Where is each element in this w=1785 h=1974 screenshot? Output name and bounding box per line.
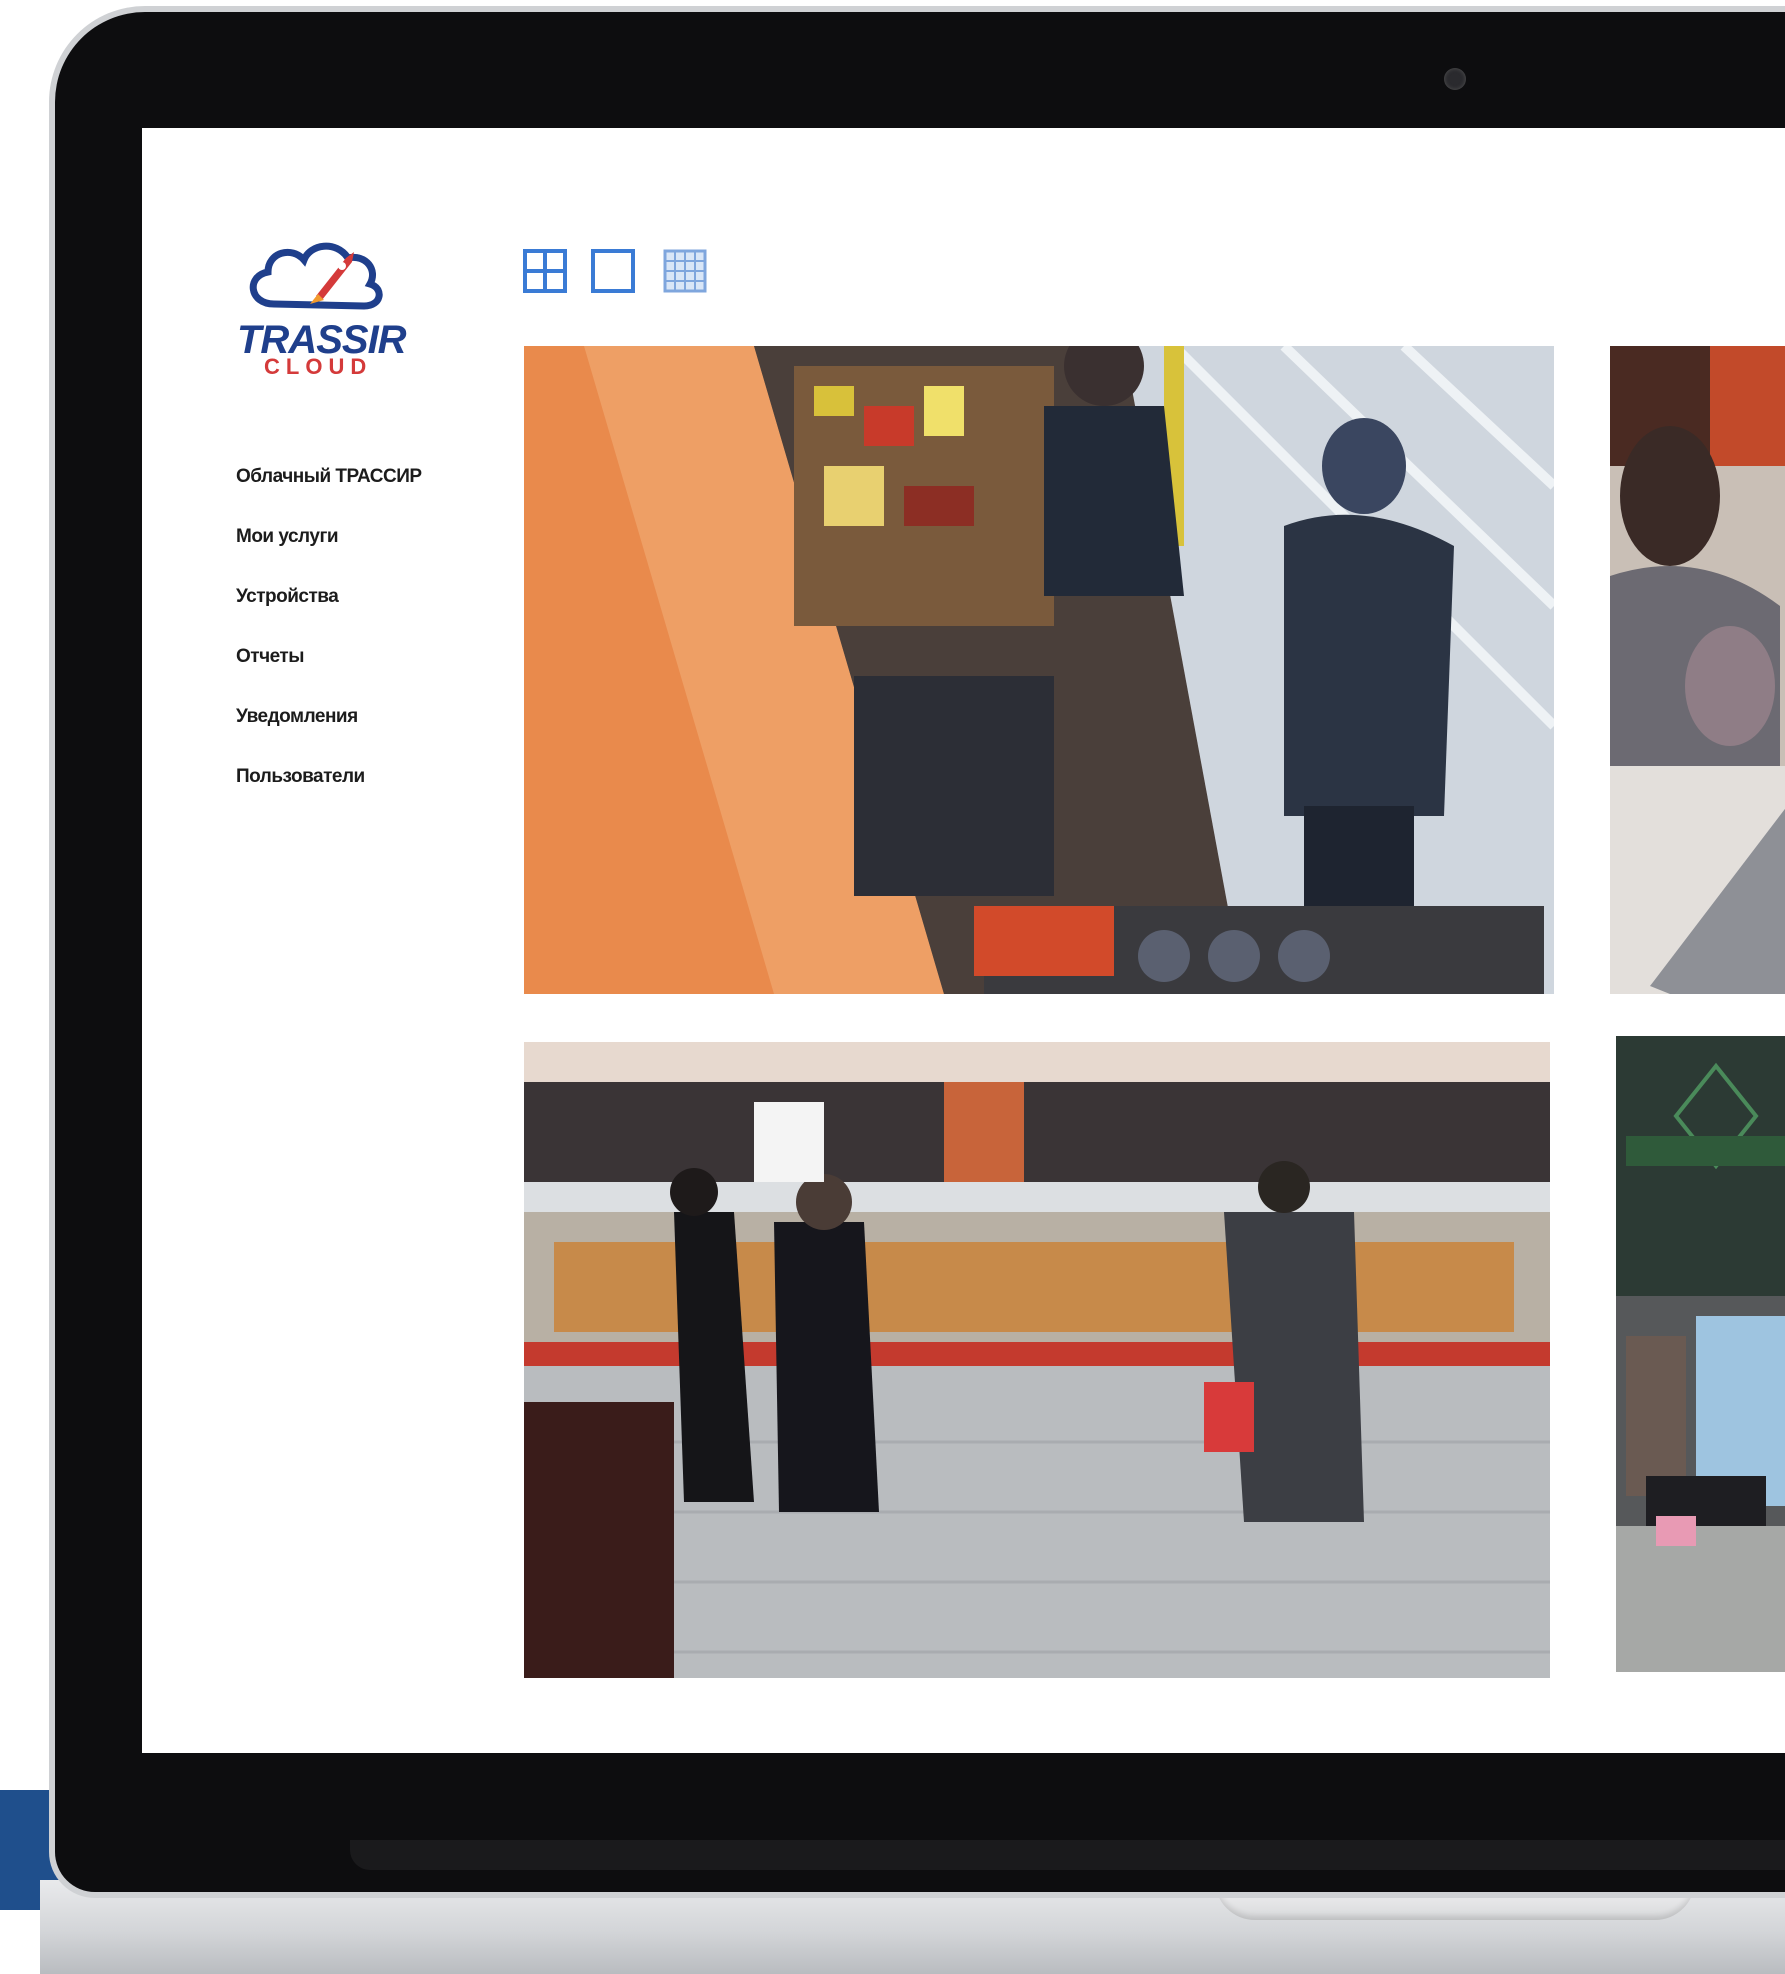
- sidebar-item-devices[interactable]: Устройства: [236, 584, 496, 644]
- logo-subtitle: CLOUD: [264, 354, 373, 379]
- camera-tile-4[interactable]: [1616, 1036, 1785, 1672]
- app-screen: TRASSIR CLOUD Облачный ТРАССИР Мои услуг…: [142, 128, 1785, 1753]
- camera-feed-deli-counter: [524, 1042, 1550, 1678]
- sidebar-item-users[interactable]: Пользователи: [236, 764, 496, 824]
- sidebar-item-reports[interactable]: Отчеты: [236, 644, 496, 704]
- camera-feed-store-shelves: [524, 346, 1554, 994]
- camera-feed-woman-at-counter: [1610, 346, 1785, 994]
- grid-4x4-icon: [663, 249, 707, 293]
- camera-tile-3[interactable]: [524, 1042, 1550, 1678]
- sidebar-item-notifications[interactable]: Уведомления: [236, 704, 496, 764]
- camera-feed-store-entrance: [1616, 1036, 1785, 1672]
- camera-tile-1[interactable]: [524, 346, 1554, 994]
- laptop-bezel-lip: [350, 1840, 1785, 1870]
- sidebar-nav: Облачный ТРАССИР Мои услуги Устройства О…: [236, 464, 496, 824]
- single-view-button[interactable]: [590, 248, 636, 294]
- grid-2x2-icon: [523, 249, 567, 293]
- webcam-icon: [1444, 68, 1466, 90]
- cloud-rocket-icon: [249, 242, 383, 310]
- camera-tile-2[interactable]: [1610, 346, 1785, 994]
- sidebar-item-my-services[interactable]: Мои услуги: [236, 524, 496, 584]
- grid-2x2-button[interactable]: [522, 248, 568, 294]
- single-view-icon: [591, 249, 635, 293]
- sidebar-item-cloud-trassir[interactable]: Облачный ТРАССИР: [236, 464, 496, 524]
- grid-4x4-button[interactable]: [662, 248, 708, 294]
